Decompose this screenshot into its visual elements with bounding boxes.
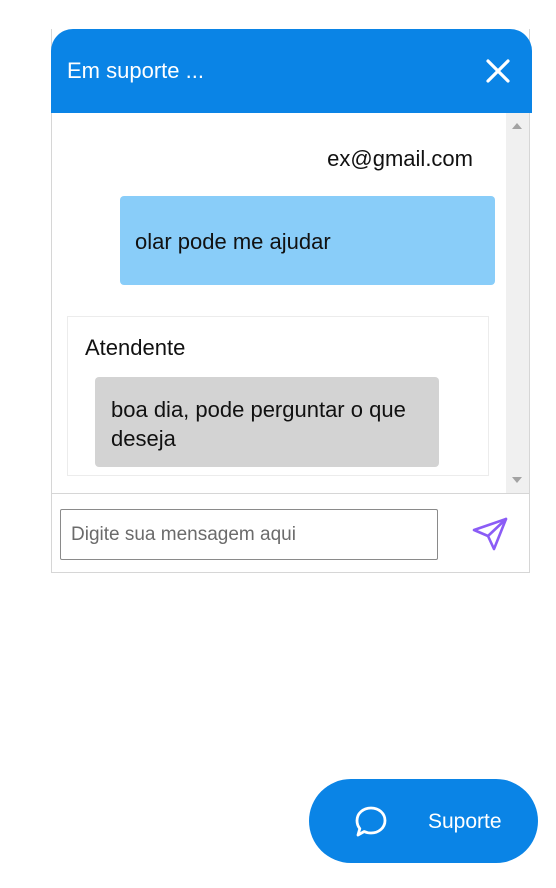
message-input[interactable]	[60, 509, 438, 560]
sender-email: ex@gmail.com	[327, 146, 473, 171]
chat-header: Em suporte ...	[51, 29, 532, 113]
agent-message-text: boa dia, pode perguntar o que deseja	[111, 397, 406, 451]
agent-name: Atendente	[85, 335, 186, 360]
scroll-down-arrow-icon[interactable]	[512, 477, 522, 483]
composer-row	[52, 493, 529, 572]
send-icon	[472, 517, 508, 551]
user-message-bubble: olar pode me ajudar	[120, 196, 495, 285]
send-button[interactable]	[470, 514, 510, 554]
chat-title: Em suporte ...	[67, 58, 204, 83]
messages-scrollbar[interactable]	[506, 113, 529, 493]
messages-area[interactable]: ex@gmail.com olar pode me ajudar Atenden…	[52, 113, 529, 493]
chat-bubble-icon	[355, 806, 387, 837]
user-message-text: olar pode me ajudar	[135, 229, 331, 254]
support-button-label: Suporte	[428, 810, 502, 833]
agent-message-bubble: boa dia, pode perguntar o que deseja	[95, 377, 439, 467]
close-button[interactable]	[480, 53, 516, 89]
close-icon	[486, 59, 510, 83]
agent-message-block: Atendente boa dia, pode perguntar o que …	[67, 316, 489, 476]
scroll-up-arrow-icon[interactable]	[512, 123, 522, 129]
support-button[interactable]: Suporte	[309, 779, 538, 863]
chat-window: Em suporte ... ex@gmail.com olar pode me…	[51, 29, 532, 573]
